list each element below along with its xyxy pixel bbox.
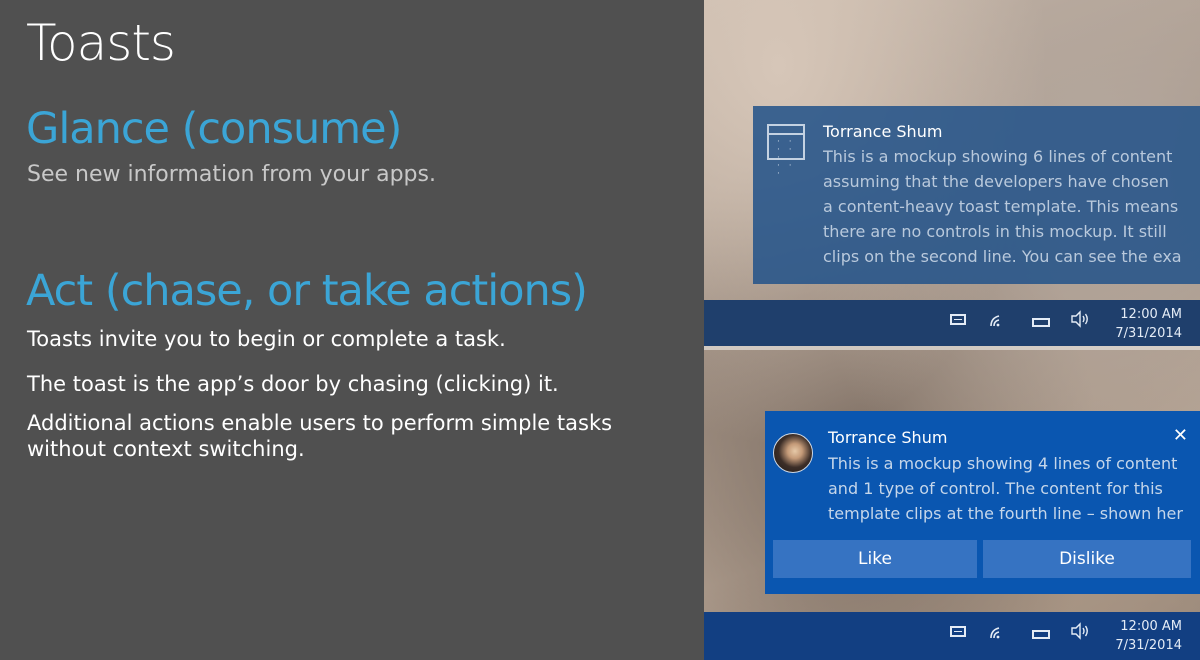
- action-center-icon[interactable]: [950, 626, 966, 637]
- volume-icon[interactable]: [1070, 310, 1090, 333]
- toast-body-line: there are no controls in this mockup. It…: [823, 222, 1167, 241]
- slide-title: Toasts: [26, 14, 176, 72]
- toast-mockups-panel: · · · · · · · · Torrance Shum This is a mo…: [704, 0, 1200, 660]
- toast-body-line: This is a mockup showing 4 lines of cont…: [828, 454, 1178, 473]
- clock[interactable]: 12:00 AM 7/31/2014: [1115, 617, 1182, 655]
- toast-body-line: assuming that the developers have chosen: [823, 172, 1169, 191]
- toast-notification-with-actions[interactable]: Torrance Shum ✕ This is a mockup showing…: [765, 411, 1200, 594]
- avatar: [773, 433, 813, 473]
- slide-text-panel: Toasts Glance (consume) See new informat…: [0, 0, 704, 660]
- action-center-icon[interactable]: [950, 314, 966, 325]
- wifi-icon[interactable]: [989, 624, 1005, 644]
- close-icon[interactable]: ✕: [1173, 425, 1188, 446]
- glance-heading: Glance (consume): [26, 104, 402, 154]
- taskbar: 12:00 AM 7/31/2014: [704, 300, 1200, 346]
- toast-sender: Torrance Shum: [823, 122, 943, 141]
- battery-icon[interactable]: [1032, 630, 1050, 639]
- act-point: Toasts invite you to begin or complete a…: [27, 327, 506, 351]
- toast-body: This is a mockup showing 4 lines of cont…: [828, 451, 1193, 526]
- clock-date: 7/31/2014: [1115, 326, 1182, 341]
- toast-body-line: clips on the second line. You can see th…: [823, 247, 1182, 266]
- act-point: The toast is the app’s door by chasing (…: [27, 372, 559, 396]
- clock[interactable]: 12:00 AM 7/31/2014: [1115, 305, 1182, 343]
- mockup-divider: [704, 346, 1200, 350]
- act-point: Additional actions enable users to perfo…: [27, 411, 613, 461]
- calendar-app-icon: · · · · · · · ·: [767, 124, 805, 179]
- volume-icon[interactable]: [1070, 622, 1090, 645]
- glance-description: See new information from your apps.: [27, 162, 436, 187]
- act-heading: Act (chase, or take actions): [26, 266, 588, 316]
- like-button[interactable]: Like: [773, 540, 977, 578]
- toast-notification-content-heavy[interactable]: · · · · · · · · Torrance Shum This is a mo…: [753, 106, 1200, 284]
- toast-body-line: template clips at the fourth line – show…: [828, 504, 1183, 523]
- clock-time: 12:00 AM: [1120, 307, 1182, 322]
- clock-date: 7/31/2014: [1115, 638, 1182, 653]
- toast-body-line: a content-heavy toast template. This mea…: [823, 197, 1179, 216]
- toast-sender: Torrance Shum: [828, 428, 948, 447]
- battery-icon[interactable]: [1032, 318, 1050, 327]
- taskbar: 12:00 AM 7/31/2014: [704, 612, 1200, 660]
- toast-body: This is a mockup showing 6 lines of cont…: [823, 144, 1193, 269]
- toast-body-line: and 1 type of control. The content for t…: [828, 479, 1163, 498]
- clock-time: 12:00 AM: [1120, 619, 1182, 634]
- dislike-button[interactable]: Dislike: [983, 540, 1191, 578]
- wifi-icon[interactable]: [989, 312, 1005, 332]
- toast-body-line: This is a mockup showing 6 lines of cont…: [823, 147, 1173, 166]
- slide-page: Toasts Glance (consume) See new informat…: [0, 0, 1200, 660]
